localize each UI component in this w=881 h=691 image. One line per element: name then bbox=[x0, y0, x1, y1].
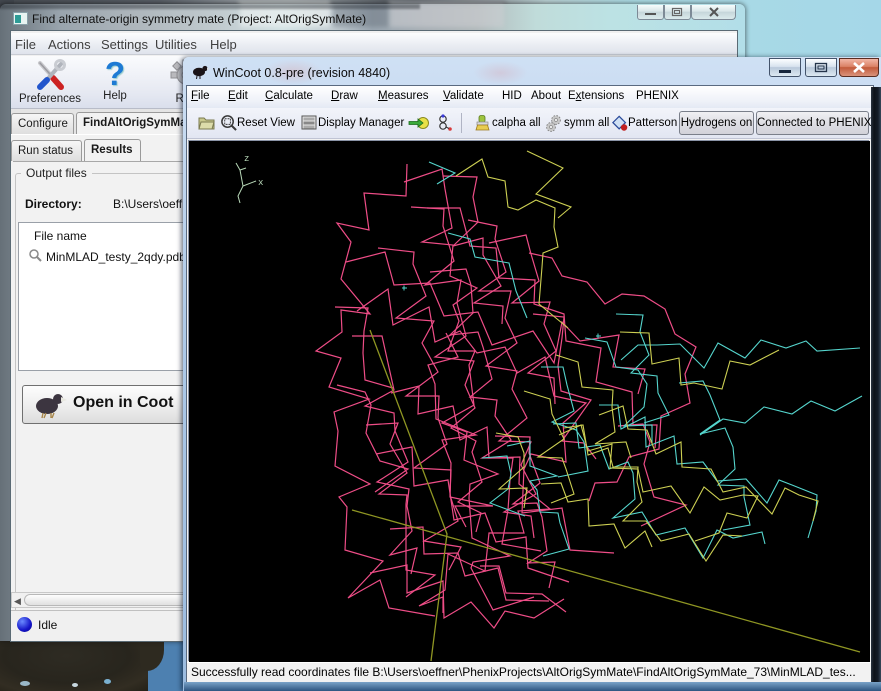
svg-text:x: x bbox=[258, 178, 263, 188]
svg-text:z: z bbox=[244, 154, 249, 164]
